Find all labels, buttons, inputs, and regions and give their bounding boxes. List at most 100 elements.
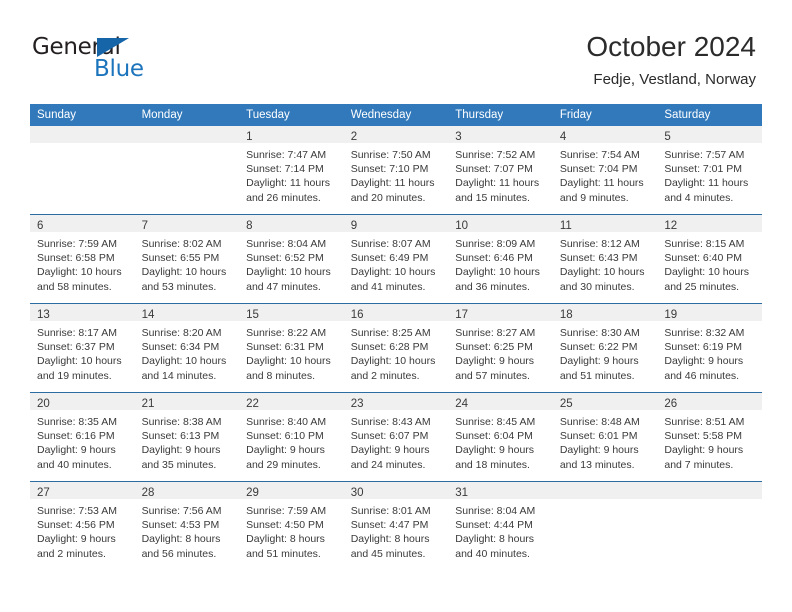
sunset-text: Sunset: 6:22 PM [559, 341, 638, 354]
daylight-text-line1: Daylight: 10 hours [141, 355, 227, 368]
sunrise-text: Sunrise: 8:15 AM [664, 238, 745, 250]
calendar-day-cell[interactable]: 15 Sunrise: 8:22 AM Sunset: 6:31 PM Dayligh… [239, 303, 344, 393]
day-cell-details: Sunrise: 7:59 AM Sunset: 4:50 PM Daylight:… [239, 499, 344, 561]
calendar-day-cell[interactable]: 31 Sunrise: 8:04 AM Sunset: 4:44 PM Dayligh… [448, 481, 553, 570]
day-cell-details: Sunrise: 7:52 AM Sunset: 7:07 PM Daylight:… [448, 143, 553, 205]
calendar-day-cell[interactable]: 21 Sunrise: 8:38 AM Sunset: 6:13 PM Dayligh… [134, 392, 240, 482]
day-number: 5 [664, 131, 671, 143]
day-number: 9 [350, 220, 358, 232]
calendar-day-cell[interactable]: 24 Sunrise: 8:45 AM Sunset: 6:04 PM Dayligh… [448, 392, 553, 482]
daylight-text-line2: and 35 minutes. [141, 458, 217, 471]
calendar-day-cell[interactable]: 27 Sunrise: 7:53 AM Sunset: 4:56 PM Dayligh… [30, 481, 135, 570]
weekday-header-monday: Monday [134, 104, 240, 126]
day-cell-details: Sunrise: 8:35 AM Sunset: 6:16 PM Daylight:… [30, 410, 135, 472]
sunrise-text: Sunrise: 8:32 AM [664, 327, 745, 339]
calendar-day-cell[interactable]: 23 Sunrise: 8:43 AM Sunset: 6:07 PM Dayligh… [343, 392, 449, 482]
day-cell-inner: 28 Sunrise: 7:56 AM Sunset: 4:53 PM Dayligh… [134, 482, 240, 570]
day-number-band [657, 482, 762, 499]
daylight-text-line2: and 29 minutes. [246, 458, 321, 471]
calendar-day-cell[interactable]: 18 Sunrise: 8:30 AM Sunset: 6:22 PM Dayligh… [552, 303, 658, 393]
day-cell-inner: 17 Sunrise: 8:27 AM Sunset: 6:25 PM Dayligh… [448, 304, 553, 392]
calendar-day-cell[interactable]: 13 Sunrise: 8:17 AM Sunset: 6:37 PM Dayligh… [30, 303, 135, 393]
day-number-band: 18 [552, 304, 658, 321]
day-number-band: 19 [657, 304, 762, 321]
daylight-text-line1: Daylight: 9 hours [350, 444, 430, 457]
day-number: 2 [350, 131, 358, 143]
sunrise-text: Sunrise: 8:02 AM [141, 238, 222, 250]
calendar-day-cell[interactable]: 6 Sunrise: 7:59 AM Sunset: 6:58 PM Daylight… [30, 214, 135, 304]
day-number: 10 [455, 220, 469, 232]
day-cell-details: Sunrise: 8:04 AM Sunset: 6:52 PM Daylight:… [239, 232, 344, 294]
day-number-band: 28 [134, 482, 240, 499]
day-number-band: 12 [657, 215, 762, 232]
calendar-day-cell[interactable]: 17 Sunrise: 8:27 AM Sunset: 6:25 PM Dayligh… [448, 303, 553, 393]
day-cell-inner: 23 Sunrise: 8:43 AM Sunset: 6:07 PM Dayligh… [343, 393, 449, 481]
daylight-text-line2: and 57 minutes. [455, 369, 530, 382]
calendar-day-cell[interactable]: 22 Sunrise: 8:40 AM Sunset: 6:10 PM Dayligh… [239, 392, 344, 482]
daylight-text-line1: Daylight: 10 hours [141, 266, 227, 279]
calendar-day-cell[interactable]: 20 Sunrise: 8:35 AM Sunset: 6:16 PM Dayligh… [30, 392, 135, 482]
generalblue-logo[interactable]: General Blue [32, 36, 212, 88]
daylight-text-line1: Daylight: 11 hours [246, 177, 330, 190]
day-cell-inner: 31 Sunrise: 8:04 AM Sunset: 4:44 PM Dayligh… [448, 482, 553, 570]
calendar-day-cell[interactable]: 4 Sunrise: 7:54 AM Sunset: 7:04 PM Daylight… [552, 126, 658, 215]
calendar-day-cell[interactable]: 5 Sunrise: 7:57 AM Sunset: 7:01 PM Daylight… [657, 126, 762, 215]
day-number-band: 8 [239, 215, 344, 232]
day-cell-inner: 25 Sunrise: 8:48 AM Sunset: 6:01 PM Dayligh… [552, 393, 658, 481]
calendar-day-cell-empty [30, 126, 135, 215]
day-cell-details: Sunrise: 8:32 AM Sunset: 6:19 PM Daylight:… [657, 321, 762, 383]
day-number: 6 [37, 220, 44, 232]
sunrise-text: Sunrise: 8:38 AM [141, 416, 222, 428]
day-cell-details: Sunrise: 8:38 AM Sunset: 6:13 PM Daylight:… [135, 410, 240, 472]
day-number-band: 30 [343, 482, 449, 499]
day-number: 24 [455, 398, 469, 410]
sunset-text: Sunset: 6:19 PM [664, 341, 743, 354]
sunset-text: Sunset: 4:56 PM [37, 519, 115, 532]
page-header: General Blue October 2024 Fedje, Vestlan… [0, 0, 792, 100]
daylight-text-line1: Daylight: 8 hours [141, 533, 221, 546]
day-number-band: 29 [239, 482, 344, 499]
daylight-text-line2: and 13 minutes. [559, 458, 635, 471]
calendar-day-cell[interactable]: 7 Sunrise: 8:02 AM Sunset: 6:55 PM Daylight… [134, 214, 240, 304]
day-number: 15 [246, 309, 259, 321]
day-number-band: 6 [30, 215, 135, 232]
day-number: 21 [141, 398, 155, 410]
day-number: 8 [246, 220, 253, 232]
daylight-text-line2: and 40 minutes. [455, 547, 530, 560]
day-cell-inner: 4 Sunrise: 7:54 AM Sunset: 7:04 PM Daylight… [552, 126, 658, 214]
day-number: 13 [37, 309, 50, 321]
daylight-text-line1: Daylight: 8 hours [246, 533, 325, 546]
calendar-day-cell[interactable]: 9 Sunrise: 8:07 AM Sunset: 6:49 PM Daylight… [343, 214, 449, 304]
day-number: 28 [141, 487, 155, 499]
calendar-day-cell[interactable]: 16 Sunrise: 8:25 AM Sunset: 6:28 PM Dayligh… [343, 303, 449, 393]
calendar-day-cell[interactable]: 25 Sunrise: 8:48 AM Sunset: 6:01 PM Dayligh… [552, 392, 658, 482]
daylight-text-line1: Daylight: 9 hours [664, 444, 744, 457]
calendar-day-cell[interactable]: 1 Sunrise: 7:47 AM Sunset: 7:14 PM Daylight… [239, 126, 344, 215]
daylight-text-line2: and 51 minutes. [246, 547, 321, 560]
calendar-day-cell[interactable]: 14 Sunrise: 8:20 AM Sunset: 6:34 PM Dayligh… [134, 303, 240, 393]
calendar-day-cell[interactable]: 19 Sunrise: 8:32 AM Sunset: 6:19 PM Dayligh… [657, 303, 762, 393]
calendar-day-cell[interactable]: 11 Sunrise: 8:12 AM Sunset: 6:43 PM Dayligh… [552, 214, 658, 304]
day-number: 1 [246, 131, 253, 143]
calendar-day-cell[interactable]: 2 Sunrise: 7:50 AM Sunset: 7:10 PM Daylight… [343, 126, 449, 215]
day-cell-details: Sunrise: 8:12 AM Sunset: 6:43 PM Daylight:… [553, 232, 658, 294]
day-cell-details: Sunrise: 7:59 AM Sunset: 6:58 PM Daylight:… [30, 232, 135, 294]
day-number: 29 [246, 487, 259, 499]
calendar-day-cell[interactable]: 26 Sunrise: 8:51 AM Sunset: 5:58 PM Dayligh… [657, 392, 762, 482]
day-cell-details: Sunrise: 8:22 AM Sunset: 6:31 PM Daylight:… [239, 321, 344, 383]
sunset-text: Sunset: 6:40 PM [664, 252, 743, 265]
calendar-day-cell[interactable]: 12 Sunrise: 8:15 AM Sunset: 6:40 PM Dayligh… [657, 214, 762, 304]
calendar-day-cell[interactable]: 30 Sunrise: 8:01 AM Sunset: 4:47 PM Dayligh… [343, 481, 449, 570]
calendar-day-cell[interactable]: 10 Sunrise: 8:09 AM Sunset: 6:46 PM Dayligh… [448, 214, 553, 304]
day-cell-inner: 19 Sunrise: 8:32 AM Sunset: 6:19 PM Dayligh… [657, 304, 762, 392]
calendar-day-cell[interactable]: 8 Sunrise: 8:04 AM Sunset: 6:52 PM Daylight… [239, 214, 344, 304]
calendar-page: General Blue October 2024 Fedje, Vestlan… [0, 0, 792, 612]
day-number-band: 15 [239, 304, 344, 321]
calendar-day-cell[interactable]: 3 Sunrise: 7:52 AM Sunset: 7:07 PM Daylight… [448, 126, 553, 215]
calendar-day-cell[interactable]: 29 Sunrise: 7:59 AM Sunset: 4:50 PM Dayligh… [239, 481, 344, 570]
daylight-text-line2: and 24 minutes. [350, 458, 426, 471]
daylight-text-line1: Daylight: 10 hours [559, 266, 645, 279]
day-cell-inner: 3 Sunrise: 7:52 AM Sunset: 7:07 PM Daylight… [448, 126, 553, 214]
daylight-text-line1: Daylight: 10 hours [37, 266, 122, 279]
calendar-day-cell[interactable]: 28 Sunrise: 7:56 AM Sunset: 4:53 PM Dayligh… [134, 481, 240, 570]
